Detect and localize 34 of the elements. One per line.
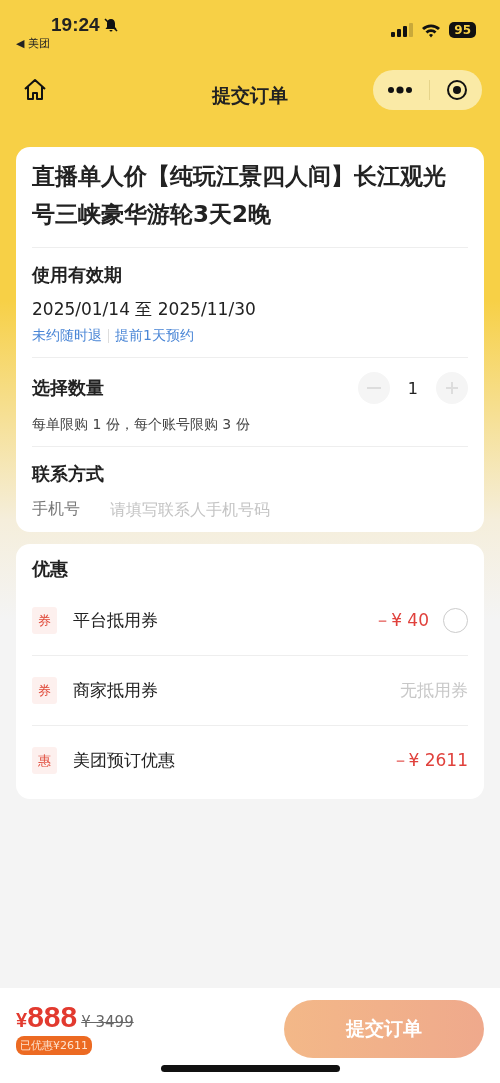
status-time: 19:24 bbox=[51, 14, 100, 36]
back-to-app-link[interactable]: ◀ 美团 bbox=[16, 36, 119, 51]
purchase-limit: 每单限购 1 份，每个账号限购 3 份 bbox=[32, 416, 251, 434]
battery-indicator: 95 bbox=[449, 22, 476, 38]
quantity-value: 1 bbox=[407, 378, 418, 398]
discount-value: －¥ 40 bbox=[374, 609, 429, 632]
section-title: 联系方式 bbox=[32, 462, 105, 486]
policy-tag: 未约随时退 bbox=[32, 327, 102, 345]
section-title: 选择数量 bbox=[32, 376, 104, 400]
discount-name: 美团预订优惠 bbox=[73, 749, 176, 772]
home-icon[interactable] bbox=[22, 77, 48, 103]
bell-muted-icon bbox=[102, 17, 119, 33]
discount-name: 平台抵用券 bbox=[73, 609, 159, 632]
discount-name: 商家抵用券 bbox=[73, 679, 159, 702]
section-title: 优惠 bbox=[32, 557, 69, 581]
discount-value: －¥ 2611 bbox=[391, 749, 468, 772]
more-icon[interactable] bbox=[387, 86, 413, 94]
coupon-badge: 惠 bbox=[32, 747, 57, 774]
page-title: 提交订单 bbox=[210, 83, 289, 108]
wifi-icon bbox=[421, 22, 442, 38]
savings-badge: 已优惠¥2611 bbox=[16, 1036, 92, 1055]
plus-icon bbox=[444, 380, 460, 396]
section-title: 使用有效期 bbox=[32, 263, 123, 287]
policy-tag: 提前1天预约 bbox=[115, 327, 194, 345]
product-title: 直播单人价【纯玩江景四人间】长江观光号三峡豪华游轮3天2晚 bbox=[32, 147, 468, 248]
phone-input-field[interactable]: 请填写联系人手机号码 bbox=[110, 500, 468, 519]
close-target-icon[interactable] bbox=[446, 79, 468, 101]
field-label: 手机号 bbox=[32, 499, 80, 520]
coupon-badge: 券 bbox=[32, 607, 57, 634]
coupon-badge: 券 bbox=[32, 677, 57, 704]
price: ¥888 bbox=[16, 1000, 78, 1034]
validity-dates: 2025/01/14 至 2025/11/30 bbox=[32, 298, 257, 321]
signal-icon bbox=[391, 23, 414, 37]
original-price: ¥ 3499 bbox=[81, 1013, 134, 1031]
